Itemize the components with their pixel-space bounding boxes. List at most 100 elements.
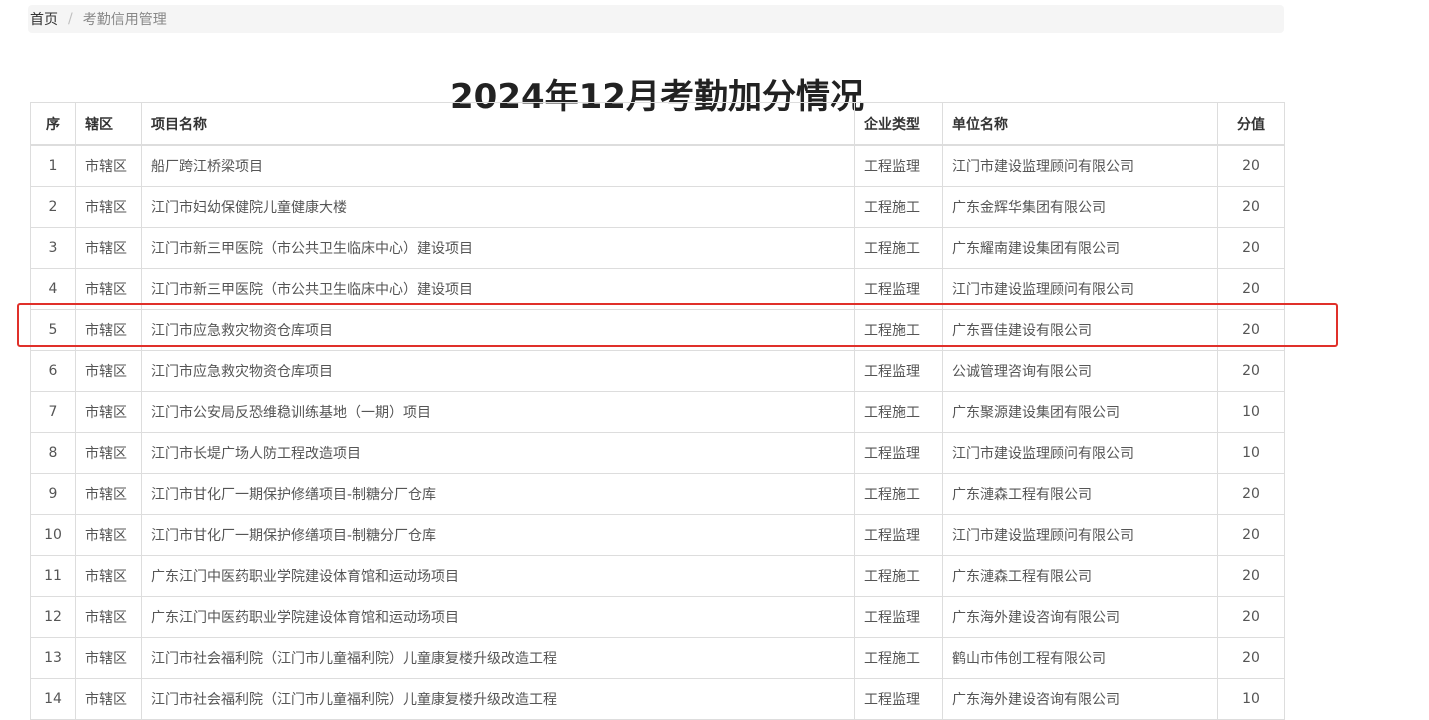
cell-project: 江门市新三甲医院（市公共卫生临床中心）建设项目	[141, 268, 855, 310]
cell-district: 市辖区	[75, 678, 142, 720]
table-row: 12 市辖区 广东江门中医药职业学院建设体育馆和运动场项目 工程监理 广东海外建设咨询有…	[30, 596, 1285, 638]
attendance-score-table: 序 辖区 项目名称 企业类型 单位名称 分值 1 市辖区 船厂跨江桥梁项目 工程监理江…	[30, 102, 1285, 720]
table-body: 1 市辖区 船厂跨江桥梁项目 工程监理 江门市建设监理顾问有限公司 20 2 市辖区 江门市妇幼…	[30, 144, 1285, 720]
cell-district: 市辖区	[75, 350, 142, 392]
cell-score: 20	[1217, 309, 1285, 351]
table-row: 2 市辖区 江门市妇幼保健院儿童健康大楼 工程施工 广东金辉华集团有限公司 20	[30, 186, 1285, 228]
header-project: 项目名称	[141, 102, 855, 146]
cell-project: 江门市应急救灾物资仓库项目	[141, 309, 855, 351]
cell-score: 20	[1217, 350, 1285, 392]
header-no: 序	[30, 102, 76, 146]
table-header-row: 序 辖区 项目名称 企业类型 单位名称 分值	[30, 102, 1285, 146]
cell-type: 工程施工	[854, 637, 943, 679]
cell-company: 广东海外建设咨询有限公司	[942, 596, 1218, 638]
cell-company: 广东晋佳建设有限公司	[942, 309, 1218, 351]
cell-project: 江门市公安局反恐维稳训练基地（一期）项目	[141, 391, 855, 433]
header-type: 企业类型	[854, 102, 943, 146]
cell-district: 市辖区	[75, 186, 142, 228]
cell-company: 江门市建设监理顾问有限公司	[942, 144, 1218, 187]
cell-type: 工程监理	[854, 350, 943, 392]
cell-score: 20	[1217, 473, 1285, 515]
cell-district: 市辖区	[75, 514, 142, 556]
cell-project: 广东江门中医药职业学院建设体育馆和运动场项目	[141, 555, 855, 597]
cell-company: 广东聚源建设集团有限公司	[942, 391, 1218, 433]
table-row: 7 市辖区 江门市公安局反恐维稳训练基地（一期）项目 工程施工 广东聚源建设集团有限公司…	[30, 391, 1285, 433]
cell-type: 工程监理	[854, 268, 943, 310]
cell-no: 5	[30, 309, 76, 351]
cell-company: 广东漣森工程有限公司	[942, 473, 1218, 515]
cell-type: 工程施工	[854, 555, 943, 597]
cell-no: 14	[30, 678, 76, 720]
cell-company: 广东耀南建设集团有限公司	[942, 227, 1218, 269]
cell-score: 20	[1217, 268, 1285, 310]
cell-company: 江门市建设监理顾问有限公司	[942, 514, 1218, 556]
table-row: 9 市辖区 江门市甘化厂一期保护修缮项目-制糖分厂仓库 工程施工 广东漣森工程有限公司 2…	[30, 473, 1285, 515]
cell-score: 20	[1217, 637, 1285, 679]
cell-district: 市辖区	[75, 144, 142, 187]
header-district: 辖区	[75, 102, 142, 146]
cell-score: 10	[1217, 391, 1285, 433]
cell-project: 江门市社会福利院（江门市儿童福利院）儿童康复楼升级改造工程	[141, 637, 855, 679]
cell-no: 6	[30, 350, 76, 392]
table-row: 5 市辖区 江门市应急救灾物资仓库项目 工程施工 广东晋佳建设有限公司 20	[30, 309, 1285, 351]
cell-no: 3	[30, 227, 76, 269]
cell-no: 4	[30, 268, 76, 310]
cell-district: 市辖区	[75, 473, 142, 515]
cell-project: 江门市甘化厂一期保护修缮项目-制糖分厂仓库	[141, 473, 855, 515]
cell-project: 江门市应急救灾物资仓库项目	[141, 350, 855, 392]
cell-district: 市辖区	[75, 555, 142, 597]
cell-no: 10	[30, 514, 76, 556]
table-row: 3 市辖区 江门市新三甲医院（市公共卫生临床中心）建设项目 工程施工 广东耀南建设集团有…	[30, 227, 1285, 269]
cell-score: 20	[1217, 186, 1285, 228]
cell-score: 20	[1217, 596, 1285, 638]
cell-district: 市辖区	[75, 268, 142, 310]
cell-project: 江门市长堤广场人防工程改造项目	[141, 432, 855, 474]
table-row: 10 市辖区 江门市甘化厂一期保护修缮项目-制糖分厂仓库 工程监理 江门市建设监理顾问有…	[30, 514, 1285, 556]
breadcrumb-separator: /	[68, 11, 73, 27]
cell-no: 1	[30, 144, 76, 187]
cell-no: 12	[30, 596, 76, 638]
cell-type: 工程施工	[854, 309, 943, 351]
cell-score: 10	[1217, 678, 1285, 720]
cell-score: 20	[1217, 555, 1285, 597]
cell-type: 工程监理	[854, 432, 943, 474]
table-row: 4 市辖区 江门市新三甲医院（市公共卫生临床中心）建设项目 工程监理 江门市建设监理顾问…	[30, 268, 1285, 310]
table-row: 13 市辖区 江门市社会福利院（江门市儿童福利院）儿童康复楼升级改造工程 工程施工 鹤山…	[30, 637, 1285, 679]
cell-type: 工程监理	[854, 514, 943, 556]
cell-company: 江门市建设监理顾问有限公司	[942, 268, 1218, 310]
header-score: 分值	[1217, 102, 1285, 146]
cell-score: 10	[1217, 432, 1285, 474]
cell-district: 市辖区	[75, 596, 142, 638]
cell-project: 江门市社会福利院（江门市儿童福利院）儿童康复楼升级改造工程	[141, 678, 855, 720]
cell-score: 20	[1217, 144, 1285, 187]
cell-type: 工程监理	[854, 596, 943, 638]
cell-project: 船厂跨江桥梁项目	[141, 144, 855, 187]
cell-company: 江门市建设监理顾问有限公司	[942, 432, 1218, 474]
cell-no: 2	[30, 186, 76, 228]
table-row: 14 市辖区 江门市社会福利院（江门市儿童福利院）儿童康复楼升级改造工程 工程监理 广东…	[30, 678, 1285, 720]
cell-type: 工程施工	[854, 473, 943, 515]
cell-project: 广东江门中医药职业学院建设体育馆和运动场项目	[141, 596, 855, 638]
cell-district: 市辖区	[75, 637, 142, 679]
cell-company: 鹤山市伟创工程有限公司	[942, 637, 1218, 679]
cell-type: 工程施工	[854, 227, 943, 269]
table-row: 11 市辖区 广东江门中医药职业学院建设体育馆和运动场项目 工程施工 广东漣森工程有限公…	[30, 555, 1285, 597]
breadcrumb-current: 考勤信用管理	[82, 12, 167, 28]
table-row: 6 市辖区 江门市应急救灾物资仓库项目 工程监理 公诚管理咨询有限公司 20	[30, 350, 1285, 392]
cell-score: 20	[1217, 514, 1285, 556]
cell-type: 工程监理	[854, 678, 943, 720]
cell-district: 市辖区	[75, 227, 142, 269]
cell-no: 11	[30, 555, 76, 597]
cell-no: 8	[30, 432, 76, 474]
breadcrumb-home-link[interactable]: 首页	[30, 9, 58, 29]
cell-type: 工程监理	[854, 144, 943, 187]
cell-project: 江门市甘化厂一期保护修缮项目-制糖分厂仓库	[141, 514, 855, 556]
header-company: 单位名称	[942, 102, 1218, 146]
table-row: 8 市辖区 江门市长堤广场人防工程改造项目 工程监理 江门市建设监理顾问有限公司 10	[30, 432, 1285, 474]
cell-project: 江门市妇幼保健院儿童健康大楼	[141, 186, 855, 228]
cell-project: 江门市新三甲医院（市公共卫生临床中心）建设项目	[141, 227, 855, 269]
cell-company: 广东海外建设咨询有限公司	[942, 678, 1218, 720]
cell-no: 9	[30, 473, 76, 515]
cell-no: 13	[30, 637, 76, 679]
cell-company: 广东漣森工程有限公司	[942, 555, 1218, 597]
